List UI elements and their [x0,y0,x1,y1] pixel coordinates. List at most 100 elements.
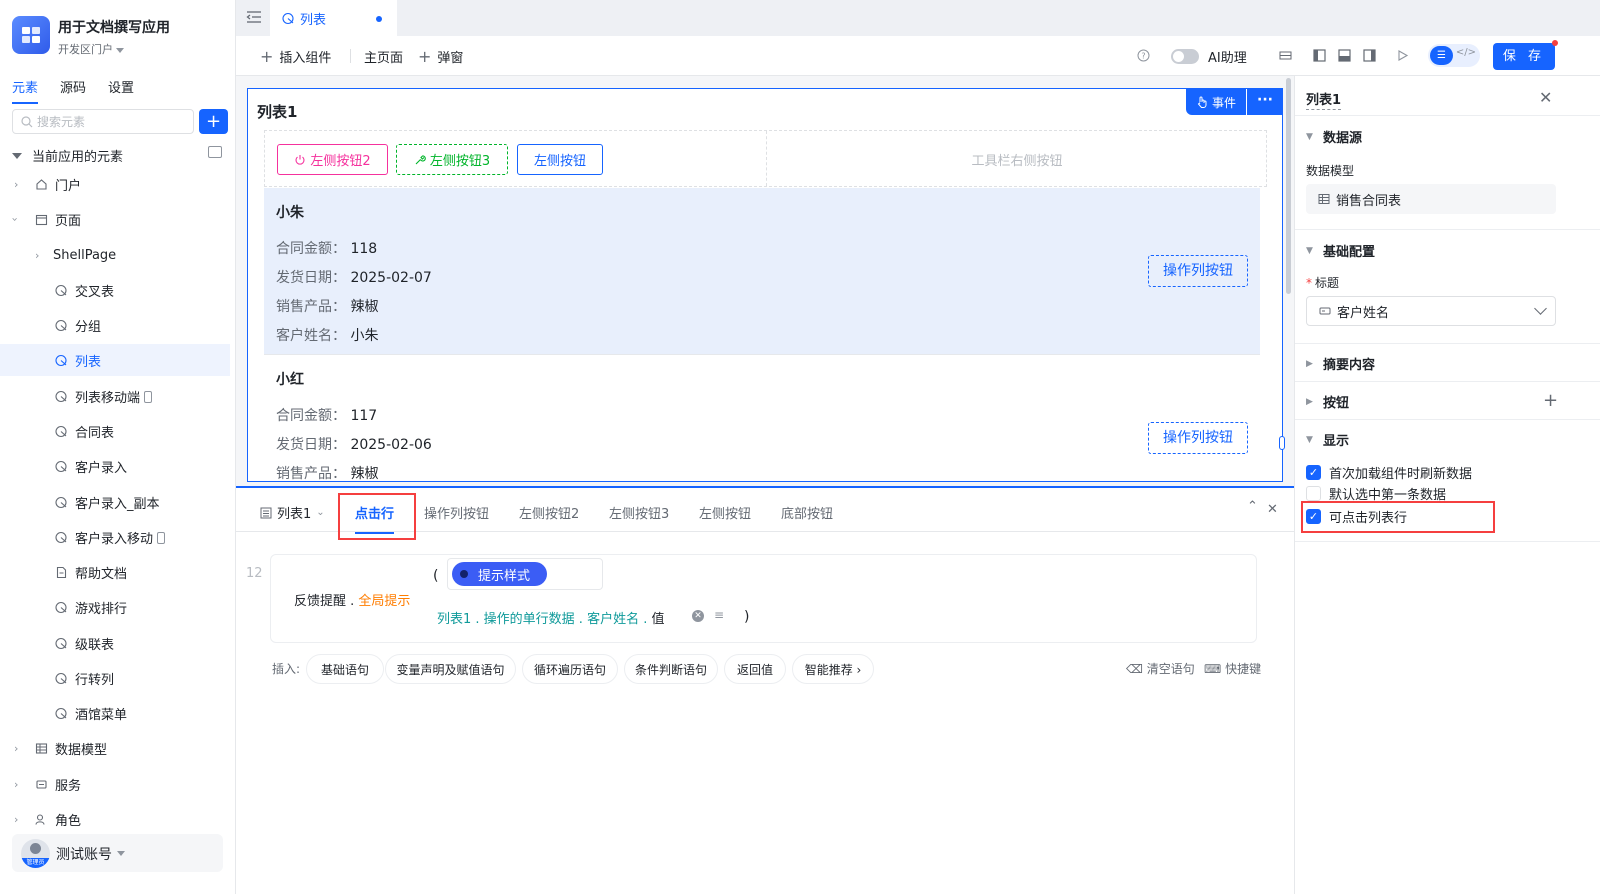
insert-component-button[interactable]: + 插入组件 [260,47,331,66]
tree-tool-icon[interactable] [208,146,222,158]
clear-statements-button[interactable]: ⌫ 清空语句 [1126,660,1195,677]
collapse-sidebar-icon[interactable] [246,10,262,24]
shortcuts-button[interactable]: ⌨ 快捷键 [1204,660,1261,677]
tree-item-page[interactable]: 列表移动端 [0,380,230,412]
close-paren: ) [744,609,750,625]
left-button-2[interactable]: 左侧按钮2 [277,144,388,175]
tab-left-button-3[interactable]: 左侧按钮3 [609,503,669,522]
insert-return[interactable]: 返回值 [724,654,786,684]
save-button[interactable]: 保 存 [1493,43,1555,70]
insert-bar: 插入: 基础语句 变量声明及赋值语句 循环遍历语句 条件判断语句 返回值 智能推… [272,654,1262,684]
add-button-icon[interactable]: + [1543,390,1558,411]
account-switcher[interactable]: 管理员 测试账号 [12,834,223,872]
code-mode-icon[interactable]: </> [1456,47,1476,58]
tab-source[interactable]: 源码 [60,77,86,104]
home-page-button[interactable]: 主页面 [364,47,403,66]
tree-item-page[interactable]: 客户录入_副本 [0,486,230,518]
close-panel-icon[interactable]: ✕ [1267,502,1278,517]
close-icon[interactable]: ✕ [1539,88,1552,107]
event-button[interactable]: 事件 [1186,89,1246,115]
list-row[interactable]: 小红 合同金额： 117 发货日期： 2025-02-06 销售产品： 辣椒 操… [264,354,1260,481]
tree-item-label: 角色 [55,813,82,829]
tree-item-page[interactable]: 游戏排行 [0,591,230,623]
tree-item-data-model[interactable]: › 数据模型 [0,732,230,764]
section-summary[interactable]: ▶ 摘要内容 [1306,354,1375,373]
insert-basic-statement[interactable]: 基础语句 [306,654,384,684]
section-datasource[interactable]: ▼ 数据源 [1306,127,1362,146]
tree-item-shellpage[interactable]: › ShellPage [0,239,230,271]
search-input[interactable] [37,114,187,129]
collapse-panel-icon[interactable]: ⌃ [1247,499,1258,514]
edit-mode-switch[interactable]: ☰ </> [1428,44,1480,67]
tree-item-pages[interactable]: › 页面 [0,203,230,235]
checkbox-refresh-on-load[interactable]: ✓ 首次加载组件时刷新数据 [1306,463,1472,482]
section-buttons[interactable]: ▶ 按钮 [1306,392,1349,411]
tab-elements[interactable]: 元素 [12,77,39,104]
tree-item-page[interactable]: 级联表 [0,627,230,659]
argument-expression[interactable]: 列表1 . 操作的单行数据 . 客户姓名 . 值 [437,608,664,627]
tab-bottom-button[interactable]: 底部按钮 [781,503,833,522]
hint-style-chip[interactable]: 提示样式 [452,562,547,586]
app-portal-selector[interactable]: 开发区门户 [58,41,124,57]
insert-variable-statement[interactable]: 变量声明及赋值语句 [385,654,516,684]
tree-item-page[interactable]: 行转列 [0,662,230,694]
tree-item-page[interactable]: 分组 [0,309,230,341]
tree-item-page[interactable]: 客户录入 [0,450,230,482]
argument-slot[interactable]: 提示样式 [447,558,603,590]
tree-item-page[interactable]: 交叉表 [0,274,230,306]
canvas-scrollbar[interactable] [1286,78,1291,294]
tree-item-page[interactable]: 客户录入移动 [0,521,230,553]
eraser-icon: ⌫ [1126,662,1147,676]
tree-item-portal[interactable]: › 门户 [0,168,230,200]
section-basic-config[interactable]: ▼ 基础配置 [1306,241,1375,260]
list-component[interactable]: 列表1 事件 ··· 左侧按钮2 左侧按钮3 左侧按钮 工具栏右侧按钮 小朱 合… [247,88,1283,482]
clear-argument-icon[interactable]: ✕ [692,610,704,622]
component-selector[interactable]: 列表1 ⌄ [260,503,325,522]
tab-left-button-2[interactable]: 左侧按钮2 [519,503,579,522]
tab-left-button[interactable]: 左侧按钮 [699,503,751,522]
tree-item-list-selected[interactable]: 列表 [0,344,230,376]
left-button-3[interactable]: 左侧按钮3 [396,144,508,175]
tree-item-label: 级联表 [75,637,115,653]
tree-item-label: 列表 [75,354,102,370]
preview-play-icon[interactable] [1396,49,1409,62]
tree-item-page[interactable]: 酒馆菜单 [0,697,230,729]
tab-settings[interactable]: 设置 [108,77,134,104]
layout-icon[interactable] [1279,49,1292,62]
tree-item-doc[interactable]: 帮助文档 [0,556,230,588]
open-paren: ( [433,568,439,584]
help-icon[interactable]: ? [1137,49,1150,62]
highlight-box [1301,501,1495,533]
insert-smart-recommend[interactable]: 智能推荐 › [792,654,874,684]
add-element-button[interactable]: + [199,109,228,134]
popup-button[interactable]: + 弹窗 [418,47,463,66]
more-button[interactable]: ··· [1247,89,1282,115]
panel-right-icon[interactable] [1363,49,1376,62]
tab-list-page[interactable]: 列表 [270,0,397,36]
panel-bottom-icon[interactable] [1338,49,1351,62]
popup-label: 弹窗 [437,51,464,66]
code-statement[interactable]: 反馈提醒 . 全局提示 ( 提示样式 列表1 . 操作的单行数据 . 客户姓名 … [270,554,1257,643]
tab-operation-button[interactable]: 操作列按钮 [424,503,489,522]
tree-item-page[interactable]: 合同表 [0,415,230,447]
call-object: 反馈提醒 . [294,594,359,609]
ai-assistant-toggle[interactable] [1171,49,1199,64]
insert-condition-statement[interactable]: 条件判断语句 [624,654,718,684]
visual-mode-icon[interactable]: ☰ [1430,46,1453,65]
operation-column-button[interactable]: 操作列按钮 [1148,422,1248,454]
insert-loop-statement[interactable]: 循环遍历语句 [522,654,618,684]
left-button[interactable]: 左侧按钮 [517,144,603,175]
caret-down-icon [116,47,124,53]
operation-column-button[interactable]: 操作列按钮 [1148,255,1248,287]
list-row-selected[interactable]: 小朱 合同金额： 118 发货日期： 2025-02-07 销售产品： 辣椒 客… [264,188,1260,354]
tree-item-role[interactable]: › 角色 [0,803,230,835]
chevron-right-icon: › [14,777,19,791]
data-model-field[interactable]: 销售合同表 [1306,184,1556,214]
panel-left-icon[interactable] [1313,49,1326,62]
resize-handle[interactable] [1279,436,1285,450]
wrap-lines-icon[interactable]: ≡ [714,608,724,622]
tree-root[interactable]: 当前应用的元素 [12,146,222,165]
section-display[interactable]: ▼ 显示 [1306,430,1349,449]
title-select[interactable]: 客户姓名 [1306,296,1556,326]
tree-item-service[interactable]: › 服务 [0,768,230,800]
